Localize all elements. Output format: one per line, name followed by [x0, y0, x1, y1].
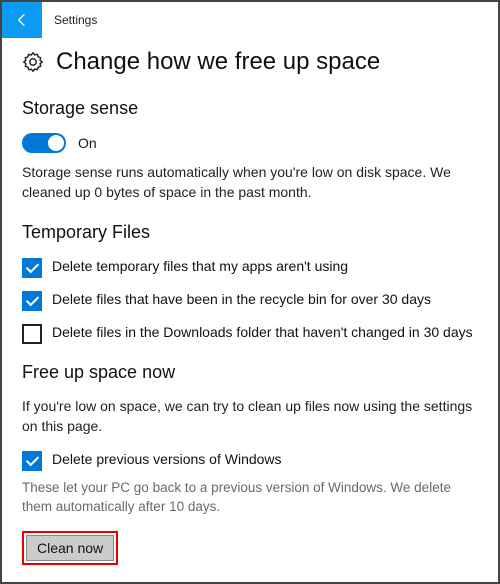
storage-sense-toggle[interactable] [22, 133, 66, 153]
titlebar-title: Settings [54, 13, 97, 27]
titlebar: Settings [2, 2, 498, 38]
checkbox-icon [22, 451, 42, 471]
gear-icon [22, 51, 44, 73]
checkbox-label: Delete files in the Downloads folder tha… [52, 323, 478, 343]
temp-files-option-0[interactable]: Delete temporary files that my apps aren… [22, 257, 478, 278]
checkbox-icon [22, 324, 42, 344]
storage-sense-toggle-row: On [22, 133, 478, 153]
checkbox-icon [22, 291, 42, 311]
checkbox-label: Delete previous versions of Windows [52, 450, 478, 470]
free-up-description: If you're low on space, we can try to cl… [22, 397, 478, 436]
temp-files-heading: Temporary Files [22, 222, 478, 243]
prev-versions-option[interactable]: Delete previous versions of Windows [22, 450, 478, 471]
storage-sense-heading: Storage sense [22, 98, 478, 119]
toggle-state-label: On [78, 135, 97, 151]
temp-files-option-2[interactable]: Delete files in the Downloads folder tha… [22, 323, 478, 344]
content: Change how we free up space Storage sens… [2, 38, 498, 575]
free-up-heading: Free up space now [22, 362, 478, 383]
checkbox-label: Delete files that have been in the recyc… [52, 290, 478, 310]
clean-now-highlight: Clean now [22, 531, 118, 565]
back-button[interactable] [2, 2, 42, 38]
clean-now-button[interactable]: Clean now [26, 535, 114, 561]
prev-versions-note: These let your PC go back to a previous … [22, 479, 478, 517]
checkbox-label: Delete temporary files that my apps aren… [52, 257, 478, 277]
page-title: Change how we free up space [56, 48, 380, 76]
temp-files-option-1[interactable]: Delete files that have been in the recyc… [22, 290, 478, 311]
arrow-left-icon [14, 12, 30, 28]
toggle-knob [48, 135, 64, 151]
checkbox-icon [22, 258, 42, 278]
storage-sense-description: Storage sense runs automatically when yo… [22, 163, 478, 202]
page-header: Change how we free up space [22, 48, 478, 76]
